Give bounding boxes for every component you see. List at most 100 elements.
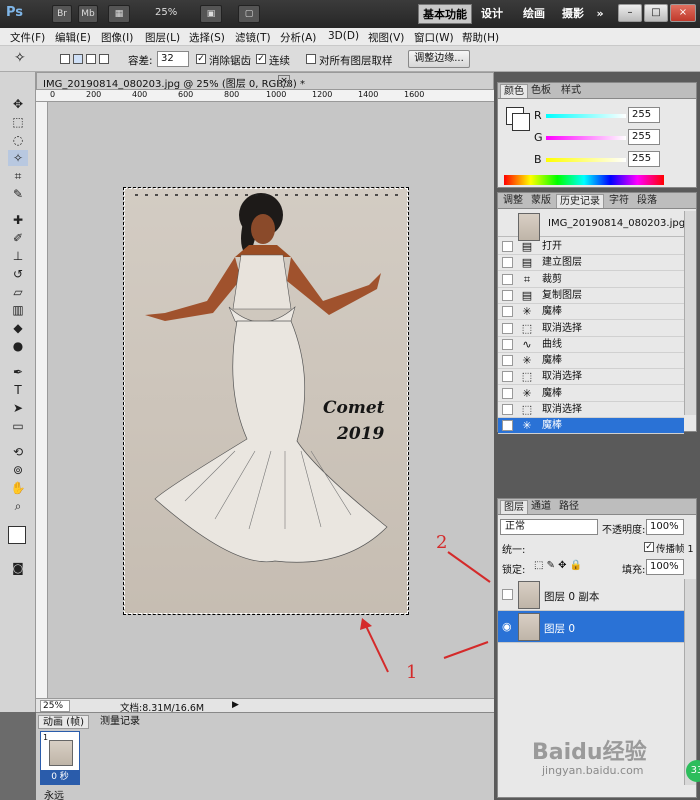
zoom-tool-icon[interactable]: ⌕ xyxy=(8,498,28,514)
contiguous-checkbox[interactable]: ✓ xyxy=(256,54,266,64)
history-source-toggle[interactable] xyxy=(502,387,513,399)
history-item[interactable]: ⬚ 取消选择 xyxy=(498,369,684,386)
history-item[interactable]: ⌗ 裁剪 xyxy=(498,272,684,288)
menu-select[interactable]: 选择(S) xyxy=(189,30,225,45)
canvas-area[interactable]: Comet 2019 1 2 xyxy=(48,102,494,698)
layer-visibility-toggle[interactable] xyxy=(502,589,513,600)
clone-stamp-tool-icon[interactable]: ⊥ xyxy=(8,248,28,264)
path-selection-tool-icon[interactable]: ➤ xyxy=(8,400,28,416)
workspace-photography[interactable]: 摄影 xyxy=(558,4,588,24)
history-source-toggle[interactable] xyxy=(502,404,513,415)
move-tool-icon[interactable]: ✥ xyxy=(8,96,28,112)
history-source-toggle[interactable] xyxy=(502,420,513,432)
menu-edit[interactable]: 编辑(E) xyxy=(55,30,91,45)
eye-icon[interactable]: ◉ xyxy=(502,620,512,633)
3d-orbit-tool-icon[interactable]: ⊚ xyxy=(8,462,28,478)
history-item[interactable]: ✳ 魔棒 xyxy=(498,386,684,402)
workspace-essentials[interactable]: 基本功能 xyxy=(418,4,472,24)
eraser-tool-icon[interactable]: ▱ xyxy=(8,284,28,300)
selection-subtract-icon[interactable] xyxy=(86,54,96,64)
tab-animation-frames[interactable]: 动画 (帧) xyxy=(38,715,89,729)
history-item[interactable]: ∿ 曲线 xyxy=(498,337,684,353)
history-source-toggle[interactable] xyxy=(502,241,513,252)
pen-tool-icon[interactable]: ✒ xyxy=(8,364,28,380)
history-item[interactable]: ▤ 复制图层 xyxy=(498,288,684,304)
tab-measurement-log[interactable]: 测量记录 xyxy=(96,715,144,729)
tab-character[interactable]: 字符 xyxy=(606,194,632,208)
tab-layers[interactable]: 图层 xyxy=(500,500,528,514)
workspace-more[interactable]: » xyxy=(592,4,608,24)
layer-row-copy[interactable]: 图层 0 副本 xyxy=(498,579,684,611)
history-source-toggle[interactable] xyxy=(502,273,513,285)
menu-view[interactable]: 视图(V) xyxy=(368,30,404,45)
history-source-toggle[interactable] xyxy=(502,338,513,350)
b-value[interactable]: 255 xyxy=(628,151,660,167)
refine-edge-button[interactable]: 调整边缘... xyxy=(408,50,470,68)
loop-select[interactable]: 永远 xyxy=(44,787,64,800)
dodge-tool-icon[interactable]: ● xyxy=(8,338,28,354)
screen-mode-icon[interactable]: ▢ xyxy=(238,5,260,23)
layer-row-base[interactable]: ◉ 图层 0 xyxy=(498,611,684,643)
g-value[interactable]: 255 xyxy=(628,129,660,145)
tab-styles[interactable]: 样式 xyxy=(558,84,584,98)
g-slider[interactable] xyxy=(546,136,626,140)
history-item[interactable]: ▤ 建立图层 xyxy=(498,255,684,272)
fill-input[interactable]: 100% xyxy=(646,559,684,575)
history-item[interactable]: ⬚ 取消选择 xyxy=(498,402,684,418)
menu-layer[interactable]: 图层(L) xyxy=(145,30,180,45)
selection-add-icon[interactable] xyxy=(73,54,83,64)
blend-mode-select[interactable]: 正常 xyxy=(500,519,598,535)
bridge-button[interactable]: Br xyxy=(52,5,72,23)
history-item[interactable]: ✳ 魔棒 xyxy=(498,353,684,370)
history-source-toggle[interactable] xyxy=(502,306,513,318)
b-slider[interactable] xyxy=(546,158,626,162)
r-value[interactable]: 255 xyxy=(628,107,660,123)
r-slider[interactable] xyxy=(546,114,626,118)
tab-swatches[interactable]: 色板 xyxy=(528,84,554,98)
minibridge-button[interactable]: Mb xyxy=(78,5,98,23)
tab-color[interactable]: 颜色 xyxy=(500,84,528,98)
healing-brush-tool-icon[interactable]: ✚ xyxy=(8,212,28,228)
menu-3d[interactable]: 3D(D) xyxy=(328,30,359,42)
tab-channels[interactable]: 通道 xyxy=(528,500,554,514)
history-brush-tool-icon[interactable]: ↺ xyxy=(8,266,28,282)
brush-tool-icon[interactable]: ✐ xyxy=(8,230,28,246)
all-layers-checkbox[interactable] xyxy=(306,54,316,64)
zoom-level[interactable]: 25% xyxy=(155,7,177,18)
history-item[interactable]: ⬚ 取消选择 xyxy=(498,321,684,337)
history-scrollbar[interactable] xyxy=(684,211,696,415)
eyedropper-tool-icon[interactable]: ✎ xyxy=(8,186,28,202)
view-extras-icon[interactable]: ▦ xyxy=(108,5,130,23)
tab-adjustments[interactable]: 调整 xyxy=(500,194,526,208)
propagate-checkbox[interactable]: ✓ xyxy=(644,542,654,552)
history-snapshot[interactable]: IMG_20190814_080203.jpg xyxy=(498,211,685,241)
tab-paragraph[interactable]: 段落 xyxy=(634,194,660,208)
history-source-toggle[interactable] xyxy=(502,322,513,334)
color-ramp[interactable] xyxy=(504,175,664,185)
tab-history[interactable]: 历史记录 xyxy=(556,194,604,208)
quick-mask-icon[interactable]: ◙ xyxy=(8,560,28,576)
type-tool-icon[interactable]: T xyxy=(8,382,28,398)
color-bg-swatch[interactable] xyxy=(512,113,530,131)
opacity-input[interactable]: 100% xyxy=(646,519,684,535)
layers-scrollbar[interactable] xyxy=(684,579,696,785)
animation-frame[interactable]: 1 0 秒 xyxy=(40,731,80,785)
tolerance-input[interactable]: 32 xyxy=(157,51,189,67)
gradient-tool-icon[interactable]: ▥ xyxy=(8,302,28,318)
history-item[interactable]: ▤ 打开 xyxy=(498,239,684,255)
history-source-toggle[interactable] xyxy=(502,355,513,367)
history-source-toggle[interactable] xyxy=(502,257,513,269)
tab-masks[interactable]: 蒙版 xyxy=(528,194,554,208)
hand-tool-icon[interactable]: ✋ xyxy=(8,480,28,496)
status-zoom[interactable]: 25% xyxy=(40,700,70,712)
antialias-checkbox[interactable]: ✓ xyxy=(196,54,206,64)
selection-new-icon[interactable] xyxy=(60,54,70,64)
minimize-button[interactable]: – xyxy=(618,4,642,22)
history-item[interactable]: ✳ 魔棒 xyxy=(498,304,684,321)
menu-filter[interactable]: 滤镜(T) xyxy=(235,30,271,45)
close-document-icon[interactable]: × xyxy=(278,75,290,87)
history-source-toggle[interactable] xyxy=(502,371,513,383)
3d-rotate-tool-icon[interactable]: ⟲ xyxy=(8,444,28,460)
lasso-tool-icon[interactable]: ◌ xyxy=(8,132,28,148)
close-button[interactable]: × xyxy=(670,4,696,22)
